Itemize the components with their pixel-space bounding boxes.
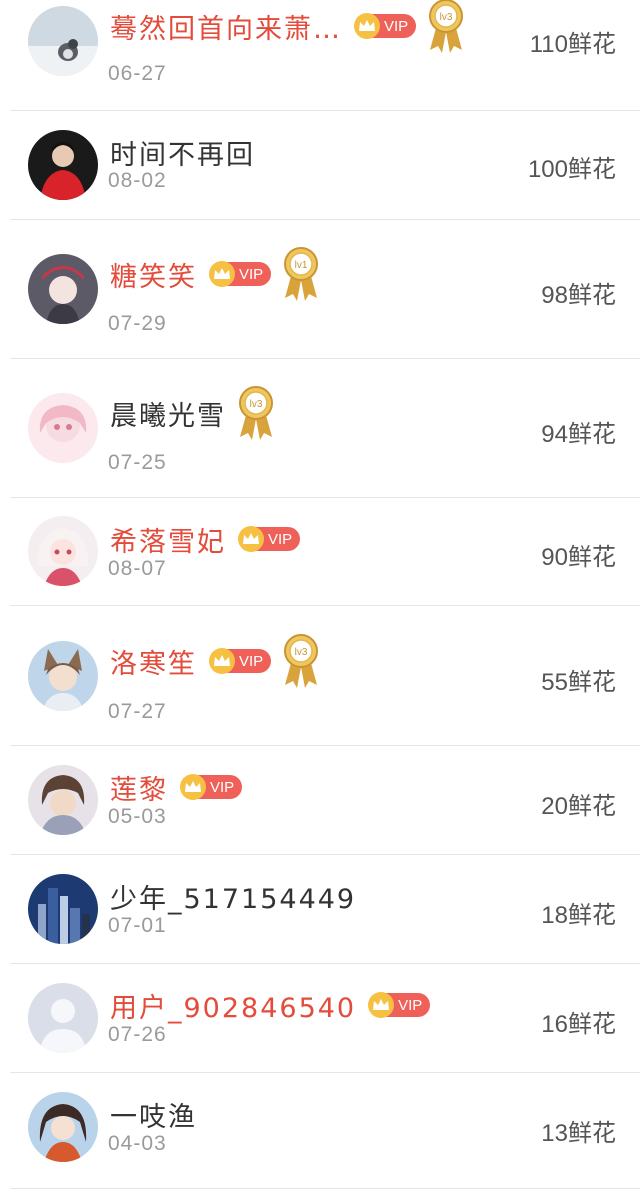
- crown-icon: [354, 13, 380, 39]
- username[interactable]: 洛寒笙: [110, 642, 197, 681]
- list-item[interactable]: 糖笑笑 VIP lv1 07-29 98鲜花: [0, 220, 640, 359]
- avatar[interactable]: [28, 983, 98, 1053]
- date: 06-27: [108, 62, 167, 85]
- vip-badge: VIP: [238, 526, 301, 552]
- username[interactable]: 希落雪妃: [110, 520, 226, 559]
- date: 08-02: [108, 169, 167, 192]
- level-medal-icon: lv3: [236, 385, 276, 441]
- svg-text:lv1: lv1: [295, 260, 308, 271]
- username[interactable]: 莲黎: [110, 768, 168, 807]
- level-medal-icon: lv3: [281, 633, 321, 689]
- svg-text:lv3: lv3: [440, 12, 453, 23]
- vip-label: VIP: [239, 265, 264, 283]
- crown-icon: [209, 261, 235, 287]
- username[interactable]: 一吱渔: [110, 1095, 197, 1134]
- crown-icon: [238, 526, 264, 552]
- date: 07-29: [108, 312, 167, 335]
- name-line: 希落雪妃 VIP: [110, 519, 301, 559]
- crown-icon: [368, 992, 395, 1018]
- svg-text:lv3: lv3: [295, 647, 308, 658]
- date: 07-25: [108, 451, 167, 474]
- avatar[interactable]: [28, 874, 98, 944]
- date: 07-26: [108, 1023, 167, 1046]
- flower-count: 13鲜花: [541, 1120, 616, 1147]
- flower-count: 55鲜花: [541, 669, 616, 696]
- avatar[interactable]: [28, 254, 98, 324]
- avatar[interactable]: [28, 1092, 98, 1162]
- name-line: 一吱渔: [110, 1094, 197, 1134]
- list-item[interactable]: 一吱渔 04-03 13鲜花: [0, 1073, 640, 1189]
- list-item[interactable]: 用户_902846540 VIP 07-26 16鲜花: [0, 964, 640, 1073]
- flower-count: 110鲜花: [529, 31, 616, 58]
- avatar[interactable]: [28, 765, 98, 835]
- username[interactable]: 蓦然回首向来萧…: [110, 7, 342, 46]
- crown-icon: [180, 774, 206, 800]
- vip-badge: VIP: [180, 774, 243, 800]
- list-item[interactable]: 莲黎 VIP 05-03 20鲜花: [0, 746, 640, 855]
- username[interactable]: 晨曦光雪: [110, 394, 226, 433]
- date: 04-03: [108, 1132, 167, 1155]
- flower-ranking-list: 蓦然回首向来萧… VIP lv3 06-27 110鲜花 时间不再回 08-02 10…: [0, 0, 640, 1189]
- avatar[interactable]: [28, 516, 98, 586]
- level-medal-icon: lv3: [426, 0, 466, 54]
- name-line: 洛寒笙 VIP lv3: [110, 634, 321, 688]
- list-item[interactable]: 蓦然回首向来萧… VIP lv3 06-27 110鲜花: [0, 0, 640, 111]
- vip-badge: VIP: [209, 261, 272, 287]
- date: 08-07: [108, 557, 167, 580]
- svg-text:lv3: lv3: [250, 399, 263, 410]
- vip-label: VIP: [398, 996, 423, 1014]
- flower-count: 18鲜花: [541, 902, 616, 929]
- date: 07-27: [108, 700, 167, 723]
- flower-count: 98鲜花: [541, 282, 616, 309]
- name-line: 晨曦光雪 lv3: [110, 386, 276, 440]
- flower-count: 90鲜花: [541, 544, 616, 571]
- flower-count: 16鲜花: [541, 1011, 616, 1038]
- list-item[interactable]: 洛寒笙 VIP lv3 07-27 55鲜花: [0, 606, 640, 746]
- vip-badge: VIP: [368, 992, 431, 1018]
- username[interactable]: 时间不再回: [110, 133, 255, 172]
- name-line: 糖笑笑 VIP lv1: [110, 247, 321, 301]
- list-item[interactable]: 晨曦光雪 lv3 07-25 94鲜花: [0, 359, 640, 498]
- date: 05-03: [108, 805, 167, 828]
- name-line: 用户_902846540 VIP: [110, 985, 431, 1025]
- username[interactable]: 少年_517154449: [110, 877, 356, 916]
- vip-label: VIP: [268, 530, 293, 548]
- flower-count: 20鲜花: [541, 793, 616, 820]
- crown-icon: [209, 648, 235, 674]
- avatar[interactable]: [28, 130, 98, 200]
- username[interactable]: 糖笑笑: [110, 255, 197, 294]
- vip-label: VIP: [384, 17, 409, 35]
- name-line: 蓦然回首向来萧… VIP lv3: [110, 0, 466, 53]
- list-item[interactable]: 希落雪妃 VIP 08-07 90鲜花: [0, 498, 640, 606]
- vip-label: VIP: [239, 652, 264, 670]
- level-medal-icon: lv1: [281, 246, 321, 302]
- vip-badge: VIP: [354, 13, 417, 39]
- list-item[interactable]: 时间不再回 08-02 100鲜花: [0, 111, 640, 220]
- avatar[interactable]: [28, 6, 98, 76]
- vip-badge: VIP: [209, 648, 272, 674]
- name-line: 时间不再回: [110, 132, 255, 172]
- flower-count: 100鲜花: [527, 156, 616, 183]
- date: 07-01: [108, 914, 167, 937]
- avatar[interactable]: [28, 393, 98, 463]
- name-line: 少年_517154449: [110, 876, 356, 916]
- flower-count: 94鲜花: [541, 421, 616, 448]
- vip-label: VIP: [210, 778, 235, 796]
- name-line: 莲黎 VIP: [110, 767, 243, 807]
- list-item[interactable]: 少年_517154449 07-01 18鲜花: [0, 855, 640, 964]
- avatar[interactable]: [28, 641, 98, 711]
- username[interactable]: 用户_902846540: [110, 986, 356, 1025]
